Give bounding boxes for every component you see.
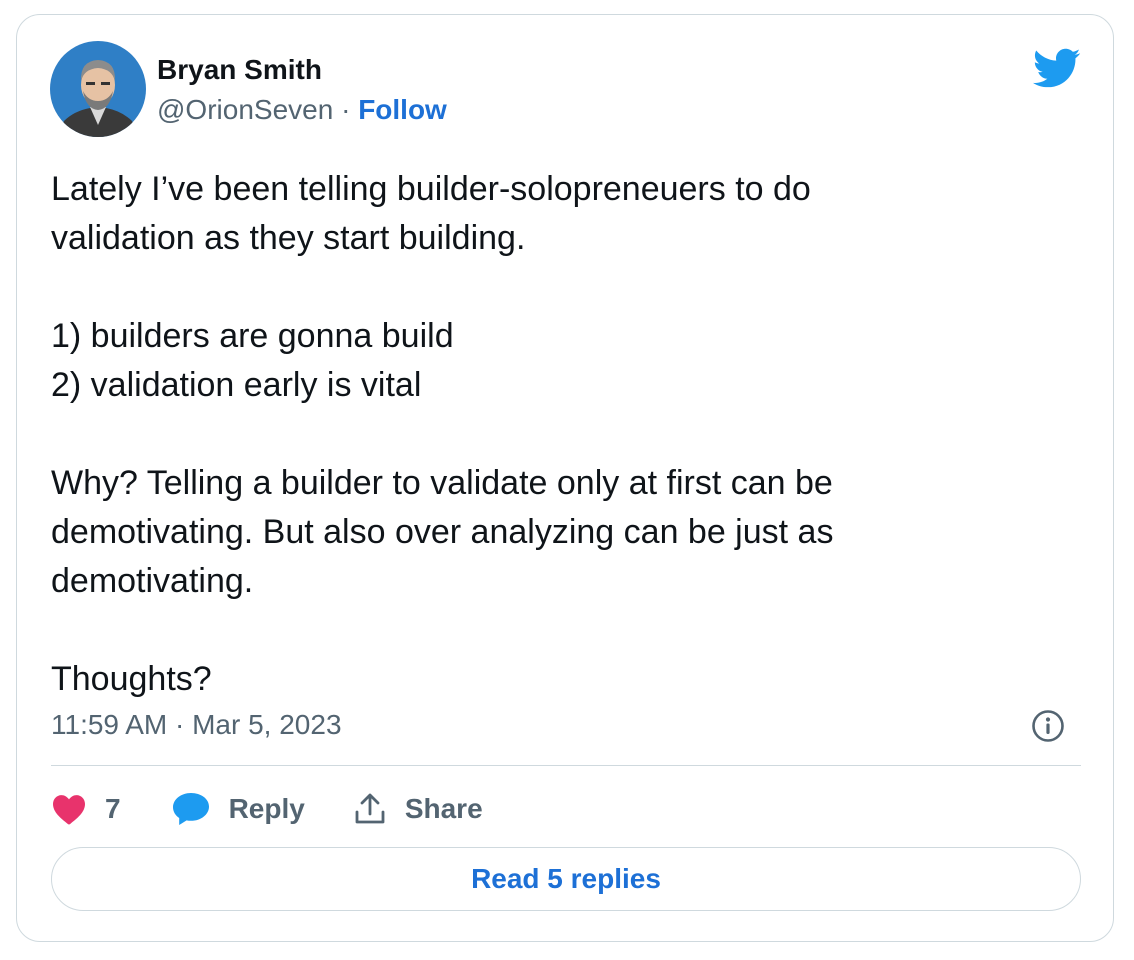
- tweet-timestamp[interactable]: 11:59 AM · Mar 5, 2023: [51, 708, 342, 742]
- like-button[interactable]: 7: [51, 793, 121, 825]
- reply-label: Reply: [228, 793, 305, 824]
- info-icon[interactable]: [1031, 709, 1065, 743]
- heart-icon: [51, 793, 87, 825]
- like-count: 7: [105, 793, 121, 824]
- share-label: Share: [404, 793, 483, 824]
- tweet-paragraph: Lately I’ve been telling builder-solopre…: [51, 170, 811, 257]
- author-name[interactable]: Bryan Smith: [157, 53, 322, 87]
- tweet-paragraph: Why? Telling a builder to validate only …: [51, 464, 834, 600]
- author-avatar[interactable]: [50, 41, 146, 137]
- divider: [51, 765, 1081, 766]
- follow-button[interactable]: Follow: [358, 94, 447, 125]
- tweet-paragraph: 1) builders are gonna build 2) validatio…: [51, 317, 454, 404]
- avatar-portrait-icon: [50, 41, 146, 137]
- handle-separator: ·: [341, 94, 351, 125]
- author-handle-row: @OrionSeven · Follow: [157, 93, 447, 127]
- read-replies-button[interactable]: Read 5 replies: [51, 847, 1081, 911]
- tweet-actions: 7 Reply Share: [51, 787, 483, 831]
- tweet-text: Lately I’ve been telling builder-solopre…: [51, 165, 1051, 704]
- tweet-paragraph: Thoughts?: [51, 660, 212, 698]
- speech-bubble-icon: [171, 791, 211, 827]
- author-handle[interactable]: @OrionSeven: [157, 94, 333, 125]
- share-upload-icon: [353, 792, 387, 826]
- reply-button[interactable]: Reply: [171, 791, 305, 827]
- share-button[interactable]: Share: [353, 792, 483, 826]
- tweet-card: Bryan Smith @OrionSeven · Follow Lately …: [16, 14, 1114, 942]
- twitter-bird-icon[interactable]: [1031, 47, 1081, 89]
